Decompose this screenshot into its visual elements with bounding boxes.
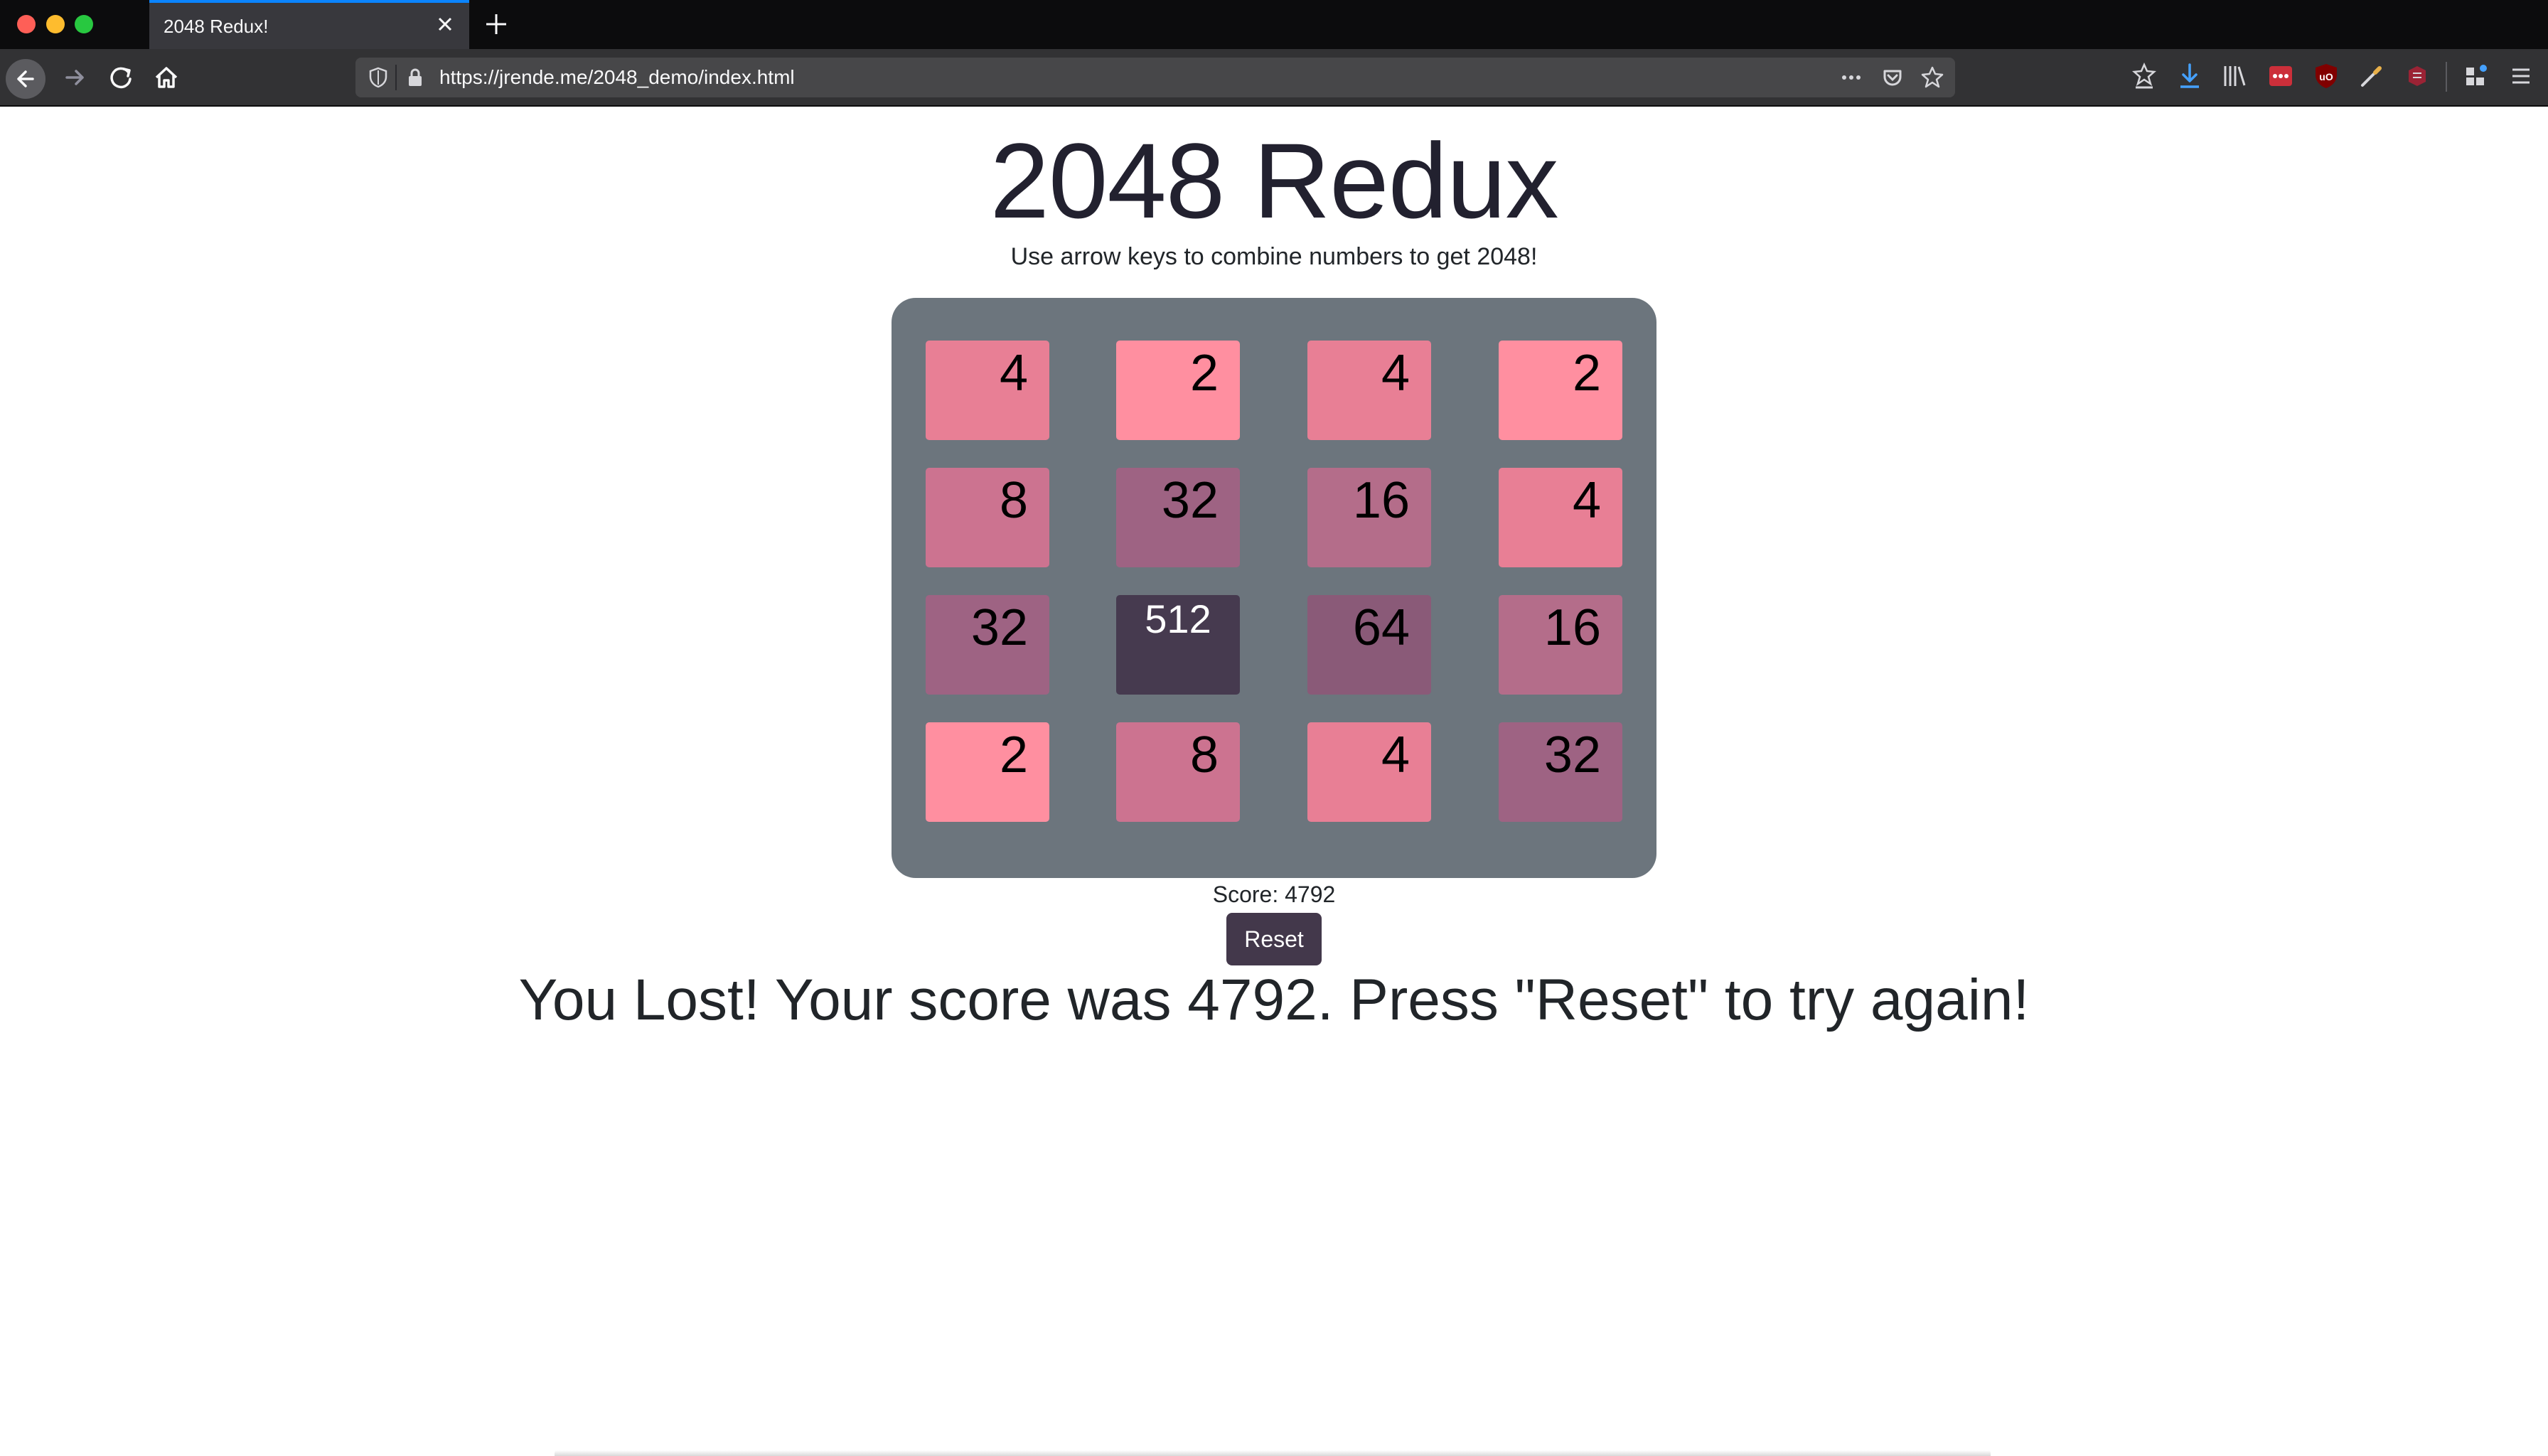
game-tile: 4	[1499, 468, 1622, 567]
game-tile: 16	[1307, 468, 1431, 567]
extension-icon[interactable]	[2402, 60, 2433, 92]
extensions-puzzle-icon[interactable]	[2460, 60, 2491, 92]
library-icon[interactable]	[2220, 60, 2251, 92]
bookmark-star-icon[interactable]	[1920, 65, 1945, 90]
game-tile: 2	[1116, 341, 1240, 440]
page-content: 2048 Redux Use arrow keys to combine num…	[0, 107, 2548, 1456]
game-tile: 4	[926, 341, 1049, 440]
tab-strip: 2048 Redux!	[0, 0, 2548, 49]
game-tile: 32	[1499, 722, 1622, 822]
tab-active[interactable]: 2048 Redux!	[149, 0, 469, 49]
close-window-button[interactable]	[17, 15, 36, 33]
game-tile: 16	[1499, 595, 1622, 695]
address-bar[interactable]: https://jrende.me/2048_demo/index.html	[355, 58, 1955, 97]
color-picker-icon[interactable]	[2356, 60, 2387, 92]
game-tile: 4	[1307, 722, 1431, 822]
lock-icon[interactable]	[404, 66, 427, 89]
game-tile: 2	[926, 722, 1049, 822]
new-tab-icon[interactable]	[481, 9, 512, 40]
game-tile: 8	[1116, 722, 1240, 822]
menu-icon[interactable]	[2505, 60, 2537, 92]
forward-icon[interactable]	[58, 60, 92, 95]
game-over-message: You Lost! Your score was 4792. Press "Re…	[518, 968, 2030, 1032]
back-button[interactable]	[6, 59, 46, 99]
page-bottom-edge	[555, 1450, 1991, 1456]
tab-title: 2048 Redux!	[164, 16, 269, 37]
browser-window: 2048 Redux! https://jrende.me/2048_demo/…	[0, 0, 2548, 1456]
game-board: 4 2 4 2 8 32 16 4 32 512 64 16 2 8 4 32	[892, 298, 1656, 878]
svg-text:uO: uO	[2319, 71, 2333, 82]
arrow-left-icon	[17, 70, 34, 87]
game-tile: 4	[1307, 341, 1431, 440]
download-icon[interactable]	[2174, 60, 2205, 92]
lastpass-icon[interactable]	[2265, 60, 2296, 92]
pocket-icon[interactable]	[1880, 65, 1905, 90]
home-icon[interactable]	[149, 60, 183, 95]
game-tile: 32	[1116, 468, 1240, 567]
ublock-icon[interactable]: uO	[2311, 60, 2342, 92]
reset-button[interactable]: Reset	[1226, 913, 1322, 965]
game-tile: 64	[1307, 595, 1431, 695]
reader-save-icon[interactable]	[2129, 60, 2160, 92]
game-tile: 8	[926, 468, 1049, 567]
minimize-window-button[interactable]	[46, 15, 65, 33]
close-icon[interactable]	[432, 11, 458, 37]
game-tile: 2	[1499, 341, 1622, 440]
url-text[interactable]: https://jrende.me/2048_demo/index.html	[439, 66, 795, 89]
instructions-text: Use arrow keys to combine numbers to get…	[1010, 243, 1538, 270]
game-tile: 32	[926, 595, 1049, 695]
shield-icon[interactable]	[367, 66, 390, 89]
score-label: Score: 4792	[1212, 882, 1336, 907]
zoom-window-button[interactable]	[75, 15, 93, 33]
toolbar-divider	[2446, 62, 2447, 92]
address-divider	[395, 65, 397, 90]
game-tile: 512	[1116, 595, 1240, 695]
page-title: 2048 Redux	[990, 121, 1559, 240]
more-actions-icon[interactable]	[1838, 65, 1864, 90]
reload-icon[interactable]	[104, 60, 138, 95]
navigation-toolbar: https://jrende.me/2048_demo/index.html u…	[0, 49, 2548, 107]
